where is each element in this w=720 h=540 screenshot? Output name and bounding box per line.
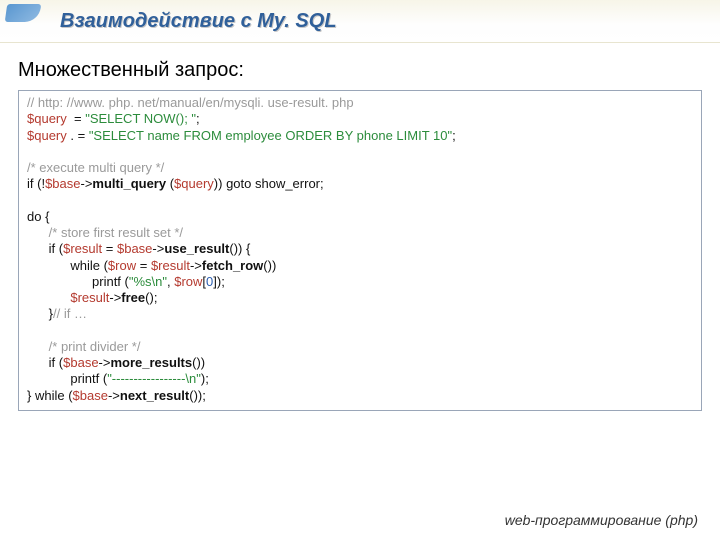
code-text: ); [201,371,209,386]
slide-header: Взаимодействие с My. SQL [0,0,720,43]
code-text: if ( [27,355,63,370]
code-text: ()) { [229,241,250,256]
code-text: printf ( [27,274,129,289]
slide-title: Взаимодействие с My. SQL [60,10,337,33]
code-block: // http: //www. php. net/manual/en/mysql… [18,90,702,411]
code-text: ()) [192,355,205,370]
code-method: multi_query [92,176,169,191]
code-comment: /* print divider */ [27,339,140,354]
code-text: if (! [27,176,45,191]
code-var: $base [117,241,152,256]
code-var: $result [70,290,109,305]
code-method: next_result [120,388,189,403]
code-op: -> [190,258,202,273]
code-comment: // if … [53,306,87,321]
code-punct: ; [196,111,200,126]
code-method: fetch_row [202,258,263,273]
code-text: ()); [189,388,206,403]
code-op: -> [80,176,92,191]
code-string: "-----------------\n" [107,371,201,386]
code-var: $base [73,388,108,403]
code-string: "SELECT NOW(); " [85,111,196,126]
code-text [27,290,70,305]
code-var: $result [63,241,106,256]
section-heading: Множественный запрос: [18,59,720,82]
code-comment: /* store first result set */ [27,225,183,240]
code-var: $result [151,258,190,273]
code-var: $row [108,258,140,273]
code-text: (); [145,290,157,305]
code-text: ()) [263,258,276,273]
code-text: } [27,306,53,321]
code-method: more_results [110,355,192,370]
code-text: do { [27,209,49,224]
code-var: $base [63,355,98,370]
code-op: = [70,111,85,126]
code-text: printf ( [27,371,107,386]
code-var: $query [27,111,70,126]
code-text: )) goto show_error; [214,176,324,191]
code-op: -> [108,388,120,403]
code-text: ]); [213,274,225,289]
code-string: "SELECT name FROM employee ORDER BY phon… [89,128,452,143]
code-op: = [140,258,151,273]
code-op: -> [99,355,111,370]
logo-icon [6,4,46,34]
footer-text: web-программирование (php) [505,512,698,528]
code-var: $query [27,128,70,143]
code-op: -> [152,241,164,256]
code-op: -> [109,290,121,305]
code-string: "%s\n" [129,274,167,289]
code-op: . = [70,128,88,143]
code-var: $query [174,176,214,191]
code-method: free [121,290,145,305]
code-punct: ; [452,128,456,143]
code-var: $row [174,274,202,289]
code-var: $base [45,176,80,191]
code-op: = [106,241,117,256]
code-blank [27,323,693,339]
code-comment: // http: //www. php. net/manual/en/mysql… [27,95,354,110]
code-text: } while ( [27,388,73,403]
code-method: use_result [164,241,229,256]
code-text: if ( [27,241,63,256]
code-text: while ( [27,258,108,273]
code-blank [27,144,693,160]
code-blank [27,193,693,209]
code-comment: /* execute multi query */ [27,160,164,175]
